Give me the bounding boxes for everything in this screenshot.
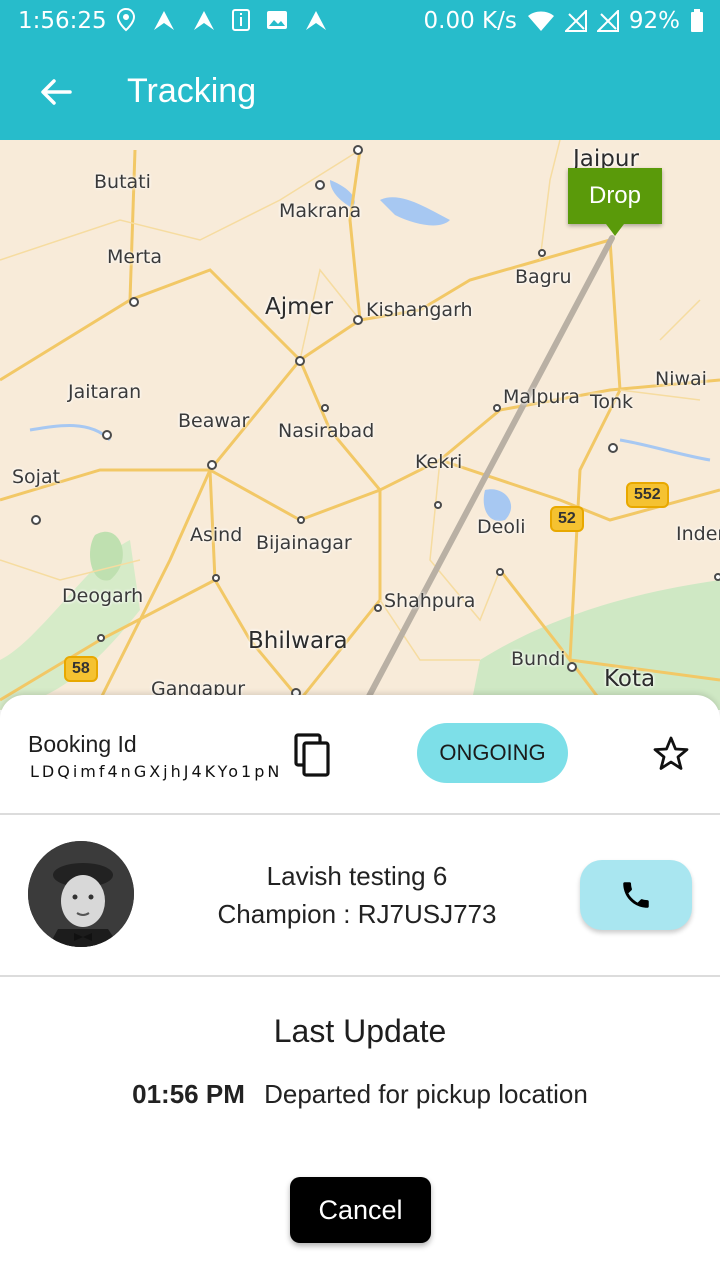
booking-id-label: Booking Id [28,731,137,757]
star-icon [653,736,689,770]
copy-icon [294,733,330,777]
drop-marker-label: Drop [588,182,642,209]
map-city-label: Sojat [12,466,61,488]
app-notification-icon [194,11,214,30]
map-city-label: Asind [190,524,243,546]
map-city-label: Kekri [415,451,463,473]
avatar [28,841,134,947]
booking-id-value: LDQimf4nGXjhJ4KYo1pN [30,762,283,781]
last-update-line: 01:56 PM Departed for pickup location [0,1079,720,1110]
map-city-label: Bagru [515,266,572,288]
no-signal-icon [564,10,587,32]
network-speed: 0.00 K/s [423,8,517,34]
map-city-label: Inder [676,523,720,545]
location-pin-icon [116,8,136,32]
driver-row: Lavish testing 6 Champion : RJ7USJ773 [0,815,720,977]
last-update-time: 01:56 PM [132,1079,245,1109]
map-city-label: Makrana [279,200,362,222]
map-city-label: Bijainagar [256,532,352,554]
highway-shield: 52 [550,506,584,532]
cancel-button[interactable]: Cancel [290,1177,431,1243]
map-city-label: Bundi [511,648,566,670]
map-city-label: Niwai [655,368,707,390]
map-city-label: Beawar [178,410,250,432]
map-city-label: Shahpura [384,590,476,612]
page-title: Tracking [127,72,257,110]
map-city-label: Tonk [590,391,634,413]
notification-icons [116,8,328,32]
last-update-message: Departed for pickup location [264,1079,588,1109]
status-badge: ONGOING [417,723,568,783]
status-badge-label: ONGOING [439,740,546,765]
favorite-button[interactable] [652,735,690,773]
drop-marker[interactable]: Drop [568,168,662,236]
map-city-label: Malpura [503,386,580,408]
map-city-label: Kota [604,666,656,692]
map-city-label: Ajmer [265,294,334,320]
driver-name: Lavish testing 6 [266,861,448,891]
map-city-label: Bhilwara [248,628,348,654]
driver-photo [28,841,134,947]
battery-icon [691,9,703,32]
highway-shield: 58 [64,656,98,682]
arrow-left-icon [41,79,72,105]
map-city-label: Merta [107,246,162,268]
map-city-label: Jaitaran [68,381,142,403]
battery-percent: 92% [628,8,680,34]
back-button[interactable] [36,72,76,112]
app-notification-icon [306,11,326,30]
last-update-title: Last Update [273,1013,447,1049]
status-time: 1:56:25 [18,8,107,34]
status-right: 0.00 K/s 92% [424,8,704,34]
wifi-icon [527,11,554,31]
map-city-label: Kishangarh [366,299,473,321]
cancel-button-label: Cancel [318,1194,403,1225]
app-bar: Tracking [0,44,720,140]
status-bar: 1:56:25 0.00 K/s 92% [0,0,720,44]
highway-shield: 552 [626,482,669,508]
no-signal-icon [596,10,619,32]
copy-button[interactable] [292,733,334,777]
app-notification-icon [154,11,174,30]
driver-champion: Champion : RJ7USJ773 [217,899,497,929]
booking-row: Booking Id LDQimf4nGXjhJ4KYo1pN ONGOING [0,695,720,815]
call-button[interactable] [580,860,692,930]
map-city-label: Butati [94,171,151,193]
phone-icon [623,882,649,908]
map-city-label: Nasirabad [278,420,375,442]
tracking-sheet: Booking Id LDQimf4nGXjhJ4KYo1pN ONGOING … [0,695,720,1280]
info-icon [232,9,250,31]
map-city-label: Deoli [477,516,526,538]
image-icon [267,11,287,29]
map-city-label: Deogarh [62,585,144,607]
